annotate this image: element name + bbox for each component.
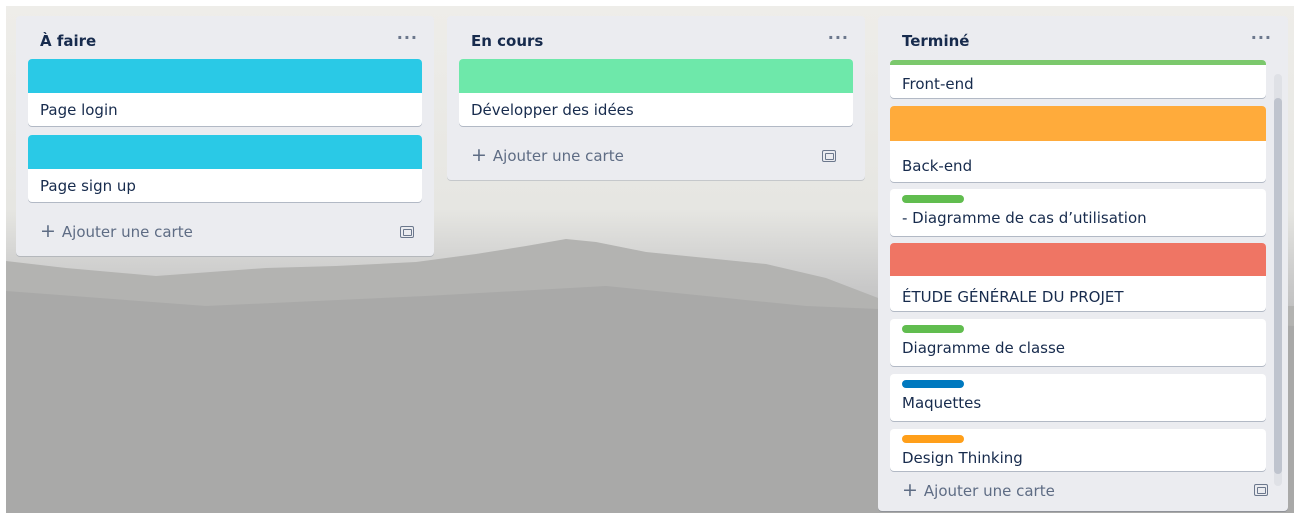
card-title: Page sign up <box>40 177 136 195</box>
card-title: - Diagramme de cas d’utilisation <box>902 209 1147 227</box>
list-title[interactable]: En cours ··· <box>447 16 865 60</box>
card-label[interactable] <box>902 380 964 388</box>
list-en-cours: En cours ··· Développer des idées + Ajout… <box>447 16 865 180</box>
card-maquettes[interactable]: Maquettes <box>890 374 1266 421</box>
scrollbar-thumb[interactable] <box>1274 98 1282 474</box>
list-title[interactable]: Terminé ··· <box>878 16 1288 60</box>
plus-icon: + <box>40 220 56 242</box>
plus-icon: + <box>471 144 487 166</box>
add-card-button[interactable]: + Ajouter une carte <box>902 479 1055 501</box>
card-cover-strip <box>890 60 1266 65</box>
card-diagramme-cas-utilisation[interactable]: - Diagramme de cas d’utilisation <box>890 189 1266 236</box>
ellipsis-icon[interactable]: ··· <box>828 28 849 47</box>
card-title: Back-end <box>902 157 973 175</box>
list-scrollbar[interactable] <box>1274 74 1282 486</box>
card-title: Front-end <box>902 75 974 93</box>
card-template-icon[interactable] <box>1254 484 1268 496</box>
card-page-login[interactable]: Page login <box>28 59 422 126</box>
card-etude-generale[interactable]: ÉTUDE GÉNÉRALE DU PROJET <box>890 243 1266 311</box>
card-design-thinking[interactable]: Design Thinking <box>890 429 1266 471</box>
board-background: À faire ··· Page login Page sign up + Ajo… <box>6 6 1294 513</box>
card-cover <box>28 135 422 169</box>
card-label[interactable] <box>902 195 964 203</box>
card-title: Développer des idées <box>471 101 634 119</box>
list-termine: Terminé ··· Front-end Back-end - Diagram… <box>878 16 1288 511</box>
list-a-faire: À faire ··· Page login Page sign up + Ajo… <box>16 16 434 256</box>
card-title: Maquettes <box>902 394 982 412</box>
card-label[interactable] <box>902 435 964 443</box>
ellipsis-icon[interactable]: ··· <box>397 28 418 47</box>
card-page-sign-up[interactable]: Page sign up <box>28 135 422 202</box>
card-template-icon[interactable] <box>400 226 414 238</box>
card-cover <box>28 59 422 93</box>
ellipsis-icon[interactable]: ··· <box>1251 28 1272 47</box>
card-diagramme-de-classe[interactable]: Diagramme de classe <box>890 319 1266 366</box>
card-cover <box>459 59 853 93</box>
add-card-button[interactable]: + Ajouter une carte <box>40 220 193 242</box>
plus-icon: + <box>902 479 918 501</box>
card-front-end[interactable]: Front-end <box>890 60 1266 98</box>
card-back-end[interactable]: Back-end <box>890 106 1266 182</box>
card-title: ÉTUDE GÉNÉRALE DU PROJET <box>902 288 1124 306</box>
card-label[interactable] <box>902 325 964 333</box>
card-cover <box>890 243 1266 276</box>
card-title: Design Thinking <box>902 449 1023 467</box>
card-developper-des-idees[interactable]: Développer des idées <box>459 59 853 126</box>
add-card-button[interactable]: + Ajouter une carte <box>471 144 624 166</box>
card-cover <box>890 106 1266 141</box>
card-title: Diagramme de classe <box>902 339 1065 357</box>
list-title[interactable]: À faire ··· <box>16 16 434 60</box>
card-template-icon[interactable] <box>822 150 836 162</box>
card-title: Page login <box>40 101 118 119</box>
